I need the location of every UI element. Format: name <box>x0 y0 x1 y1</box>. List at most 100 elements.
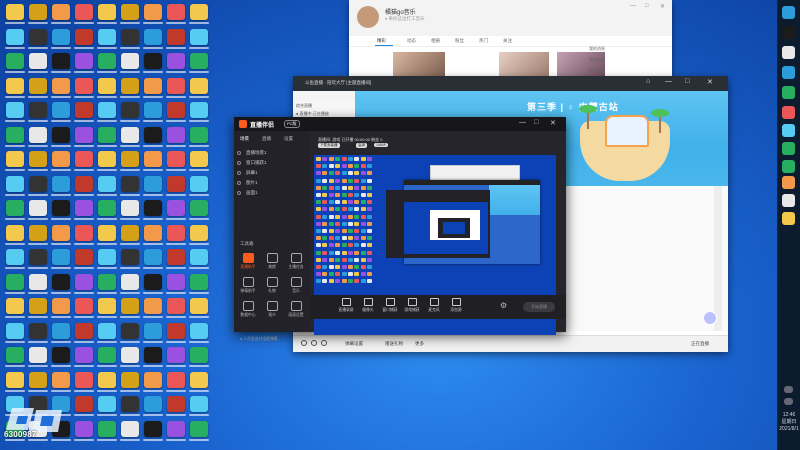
desktop-app-icon[interactable] <box>190 347 208 363</box>
desktop-app-icon[interactable] <box>121 4 139 20</box>
desktop-app-icon[interactable] <box>29 77 47 94</box>
desktop-app-icon[interactable] <box>190 151 208 167</box>
desktop-app-icon[interactable] <box>52 102 70 118</box>
tool-3[interactable]: 主播任务 <box>288 253 304 270</box>
desktop-app-icon[interactable] <box>121 102 139 118</box>
desktop-app-icon[interactable] <box>121 396 139 412</box>
desktop-app-icon[interactable] <box>98 175 116 192</box>
desktop-app-icon[interactable] <box>121 249 139 265</box>
taskbar-app-icon[interactable] <box>782 6 795 19</box>
desktop-app-icon[interactable] <box>167 224 185 241</box>
desktop-app-icon[interactable] <box>52 322 70 339</box>
badge-resolution[interactable]: 1080P <box>374 143 389 147</box>
desktop-app-icon[interactable] <box>121 175 139 192</box>
desktop-app-icon[interactable] <box>98 126 116 143</box>
home-icon[interactable]: ⌂ <box>646 78 650 85</box>
desktop-app-icon[interactable] <box>190 298 208 314</box>
desktop-app-icon[interactable] <box>75 126 93 143</box>
desktop-app-icon[interactable] <box>144 420 162 437</box>
desktop-app-icon[interactable] <box>167 53 185 69</box>
desktop-app-icon[interactable] <box>52 175 70 192</box>
desktop-app-icon[interactable] <box>167 347 185 363</box>
maximize-icon[interactable]: □ <box>534 119 538 126</box>
desktop-app-icon[interactable] <box>98 371 116 388</box>
scene-toggle-icon[interactable] <box>237 161 241 165</box>
desktop-app-icon[interactable] <box>144 151 162 167</box>
desktop-app-icon[interactable] <box>144 53 162 69</box>
desktop-app-icon[interactable] <box>6 298 24 314</box>
play-icon[interactable] <box>301 340 307 346</box>
taskbar-app-icon[interactable] <box>782 212 795 225</box>
taskbar-app-icon[interactable] <box>782 160 795 173</box>
desktop-app-icon[interactable] <box>6 151 24 167</box>
tool-6[interactable]: 音乐 <box>288 277 304 294</box>
desktop-app-icon[interactable] <box>98 28 116 45</box>
desktop-app-icon[interactable] <box>29 53 47 69</box>
desktop-app-icon[interactable] <box>52 371 70 388</box>
desktop-app-icon[interactable] <box>75 396 93 412</box>
desktop-app-icon[interactable] <box>190 200 208 216</box>
desktop-app-icon[interactable] <box>144 28 162 45</box>
more-menu[interactable]: 更多 <box>415 341 424 347</box>
minimize-icon[interactable]: — <box>665 78 672 85</box>
desktop-app-icon[interactable] <box>75 77 93 94</box>
desktop-app-icon[interactable] <box>6 175 24 192</box>
tab-album[interactable]: 相册 <box>431 38 440 44</box>
desktop-app-icon[interactable] <box>75 53 93 69</box>
minimize-icon[interactable]: — <box>519 119 526 126</box>
taskbar-app-icon[interactable] <box>782 194 795 207</box>
desktop-app-icon[interactable] <box>98 224 116 241</box>
desktop-app-icon[interactable] <box>29 4 47 20</box>
desktop-app-icon[interactable] <box>167 28 185 45</box>
taskbar-app-icon[interactable] <box>782 86 795 99</box>
desktop-app-icon[interactable] <box>6 322 24 339</box>
desktop-app-icon[interactable] <box>98 77 116 94</box>
add-source-button[interactable]: 添加源 <box>446 298 466 313</box>
record-screen-button[interactable]: 直播录屏 <box>336 298 356 313</box>
desktop-app-icon[interactable] <box>121 347 139 363</box>
desktop-app-icon[interactable] <box>121 28 139 45</box>
tab-fans[interactable]: 粉丝 <box>455 38 464 44</box>
desktop-app-icon[interactable] <box>121 151 139 167</box>
game-capture-button[interactable]: 游戏捕获 <box>402 298 422 313</box>
desktop-app-icon[interactable] <box>6 347 24 363</box>
tab-feed[interactable]: 动态 <box>407 38 416 44</box>
desktop-app-icon[interactable] <box>6 53 24 69</box>
taskbar-app-icon[interactable] <box>782 106 795 119</box>
scene-item[interactable]: 图片1 <box>246 180 258 186</box>
clock-day[interactable]: 星期日 <box>778 419 800 425</box>
desktop-app-icon[interactable] <box>29 347 47 363</box>
social-app-window[interactable]: 橘猫go音乐 ♦ 奇妙这边打工音乐 — □ ✕ 精彩 动态 相册 粉丝 热门 关… <box>349 0 672 80</box>
desktop-app-icon[interactable] <box>6 126 24 143</box>
settings-gear-icon[interactable]: ⚙ <box>500 301 507 310</box>
desktop-app-icon[interactable] <box>121 298 139 314</box>
desktop-app-icon[interactable] <box>167 151 185 167</box>
desktop-app-icon[interactable] <box>6 224 24 241</box>
desktop-app-icon[interactable] <box>167 371 185 388</box>
scene-item[interactable]: 直播场景1 <box>246 150 267 156</box>
desktop-app-icon[interactable] <box>6 371 24 388</box>
desktop-app-icon[interactable] <box>29 273 47 290</box>
desktop-app-icon[interactable] <box>144 224 162 241</box>
desktop-app-icon[interactable] <box>75 4 93 20</box>
desktop-app-icon[interactable] <box>98 273 116 290</box>
desktop-app-icon[interactable] <box>52 126 70 143</box>
desktop-app-icon[interactable] <box>75 322 93 339</box>
tab-settings[interactable]: 设置 <box>284 136 293 142</box>
desktop-app-icon[interactable] <box>29 175 47 192</box>
desktop-app-icon[interactable] <box>52 4 70 20</box>
desktop-app-icon[interactable] <box>75 224 93 241</box>
refresh-icon[interactable] <box>321 340 327 346</box>
desktop-app-icon[interactable] <box>98 396 116 412</box>
desktop-app-icon[interactable] <box>167 102 185 118</box>
desktop-app-icon[interactable] <box>167 126 185 143</box>
chat-bubble-icon[interactable] <box>703 311 717 325</box>
desktop-app-icon[interactable] <box>98 249 116 265</box>
taskbar-app-icon[interactable] <box>782 142 795 155</box>
tool-5[interactable]: 礼物 <box>264 277 280 294</box>
badge-hd[interactable]: 高清 <box>356 143 367 148</box>
desktop-app-icon[interactable] <box>75 249 93 265</box>
desktop-app-icon[interactable] <box>144 126 162 143</box>
desktop-app-icon[interactable] <box>144 396 162 412</box>
taskbar-app-icon[interactable] <box>782 124 795 137</box>
